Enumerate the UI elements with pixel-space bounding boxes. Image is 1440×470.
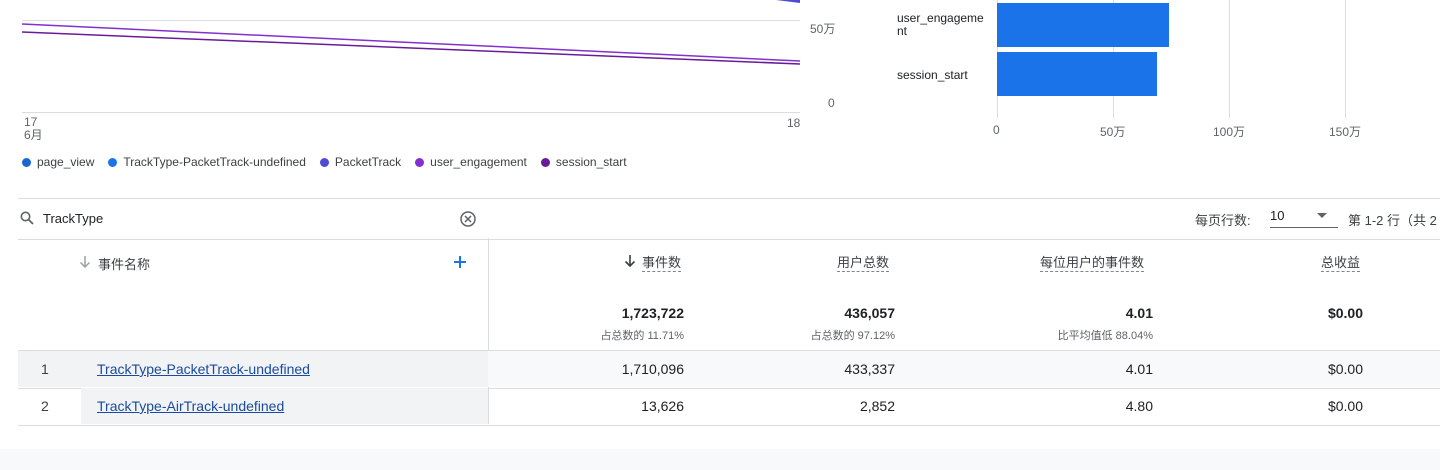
total-events-per-user-compare: 比平均值低 88.04%: [1057, 330, 1153, 342]
y-tick-label: 0: [828, 96, 835, 110]
pagination-range: 第 1-2 行（共 2: [1348, 213, 1437, 228]
row-total-revenue: $0.00: [1327, 361, 1363, 377]
header-total-revenue[interactable]: 总收益: [1321, 255, 1361, 272]
row-total-users: 2,852: [859, 398, 895, 414]
table-toolbar: TrackType 每页行数: 10 第 1-2 行（共 2: [18, 198, 1440, 240]
row-total-users: 433,337: [844, 361, 895, 377]
event-name-link[interactable]: TrackType-AirTrack-undefined: [97, 398, 284, 414]
row-event-count: 13,626: [641, 398, 684, 414]
x-tick-label: 150万: [1329, 125, 1362, 139]
search-input[interactable]: TrackType: [43, 211, 103, 226]
caret-down-icon: [1317, 213, 1327, 218]
total-event-count: 1,723,722: [621, 305, 684, 321]
header-event-name[interactable]: 事件名称: [98, 254, 150, 273]
table-row[interactable]: 1 TrackType-PacketTrack-undefined 1,710,…: [18, 351, 1440, 389]
total-users-share: 占总数的 97.12%: [810, 330, 895, 342]
total-revenue: $0.00: [1327, 305, 1363, 321]
gridline: [1229, 0, 1230, 118]
legend-label: session_start: [555, 155, 627, 169]
legend-dot: [108, 157, 118, 167]
legend-label: PacketTrack: [334, 155, 402, 169]
legend-dot: [415, 157, 425, 167]
x-tick-label: 18: [787, 116, 801, 130]
legend-item[interactable]: session_start: [540, 155, 627, 169]
search-icon: [20, 211, 34, 225]
total-event-count-share: 占总数的 11.71%: [600, 330, 684, 342]
legend-item[interactable]: PacketTrack: [319, 155, 402, 169]
legend-dot: [22, 157, 31, 167]
sort-arrow-icon[interactable]: [79, 255, 91, 269]
x-tick-label: 100万: [1213, 125, 1246, 139]
row-index: 1: [41, 361, 49, 377]
rows-per-page-select[interactable]: 10: [1270, 205, 1338, 228]
series-packettrack-line: [776, 0, 800, 3]
total-users: 436,057: [844, 305, 895, 321]
sort-arrow-icon[interactable]: [624, 254, 636, 268]
clear-search-icon[interactable]: [459, 210, 477, 228]
x-tick-label: 0: [993, 123, 1000, 137]
series-user-engagement-line: [21, 23, 801, 62]
x-tick-month: 6月: [24, 128, 43, 142]
legend-dot: [319, 157, 329, 167]
row-events-per-user: 4.80: [1125, 398, 1153, 414]
row-total-revenue: $0.00: [1327, 398, 1363, 414]
bar-user-engagement[interactable]: [997, 3, 1169, 47]
rows-per-page-label: 每页行数:: [1195, 213, 1251, 228]
add-dimension-icon[interactable]: [453, 255, 467, 269]
chart-legend: page_view TrackType-PacketTrack-undefine…: [22, 155, 627, 169]
bar-category-label: user_engageme nt: [897, 11, 984, 38]
x-tick-label: 50万: [1100, 125, 1126, 139]
gridline: [1345, 0, 1346, 118]
legend-item[interactable]: page_view: [22, 155, 94, 169]
legend-label: page_view: [37, 155, 95, 169]
table-row[interactable]: 2 TrackType-AirTrack-undefined 13,626 2,…: [18, 388, 1440, 426]
total-events-per-user: 4.01: [1125, 305, 1153, 321]
header-total-users[interactable]: 用户总数: [837, 255, 890, 272]
y-tick-label: 50万: [810, 22, 836, 36]
row-index: 2: [41, 398, 49, 414]
legend-label: user_engagement: [430, 155, 527, 169]
header-event-count[interactable]: 事件数: [642, 255, 682, 272]
legend-item[interactable]: TrackType-PacketTrack-undefined: [108, 155, 306, 169]
rows-per-page-value: 10: [1270, 208, 1285, 223]
bar-category-label: session_start: [897, 68, 968, 82]
series-session-start-line: [21, 31, 801, 65]
legend-dot: [540, 157, 550, 167]
header-events-per-user[interactable]: 每位用户的事件数: [1040, 255, 1145, 272]
line-chart-plot: [21, 0, 801, 65]
x-tick-label: 17 6月: [24, 116, 43, 142]
legend-item[interactable]: user_engagement: [415, 155, 527, 169]
row-event-count: 1,710,096: [621, 361, 684, 377]
bar-session-start[interactable]: [997, 52, 1157, 96]
event-name-link[interactable]: TrackType-PacketTrack-undefined: [97, 361, 310, 377]
row-events-per-user: 4.01: [1125, 361, 1153, 377]
legend-label: TrackType-PacketTrack-undefined: [123, 155, 306, 169]
